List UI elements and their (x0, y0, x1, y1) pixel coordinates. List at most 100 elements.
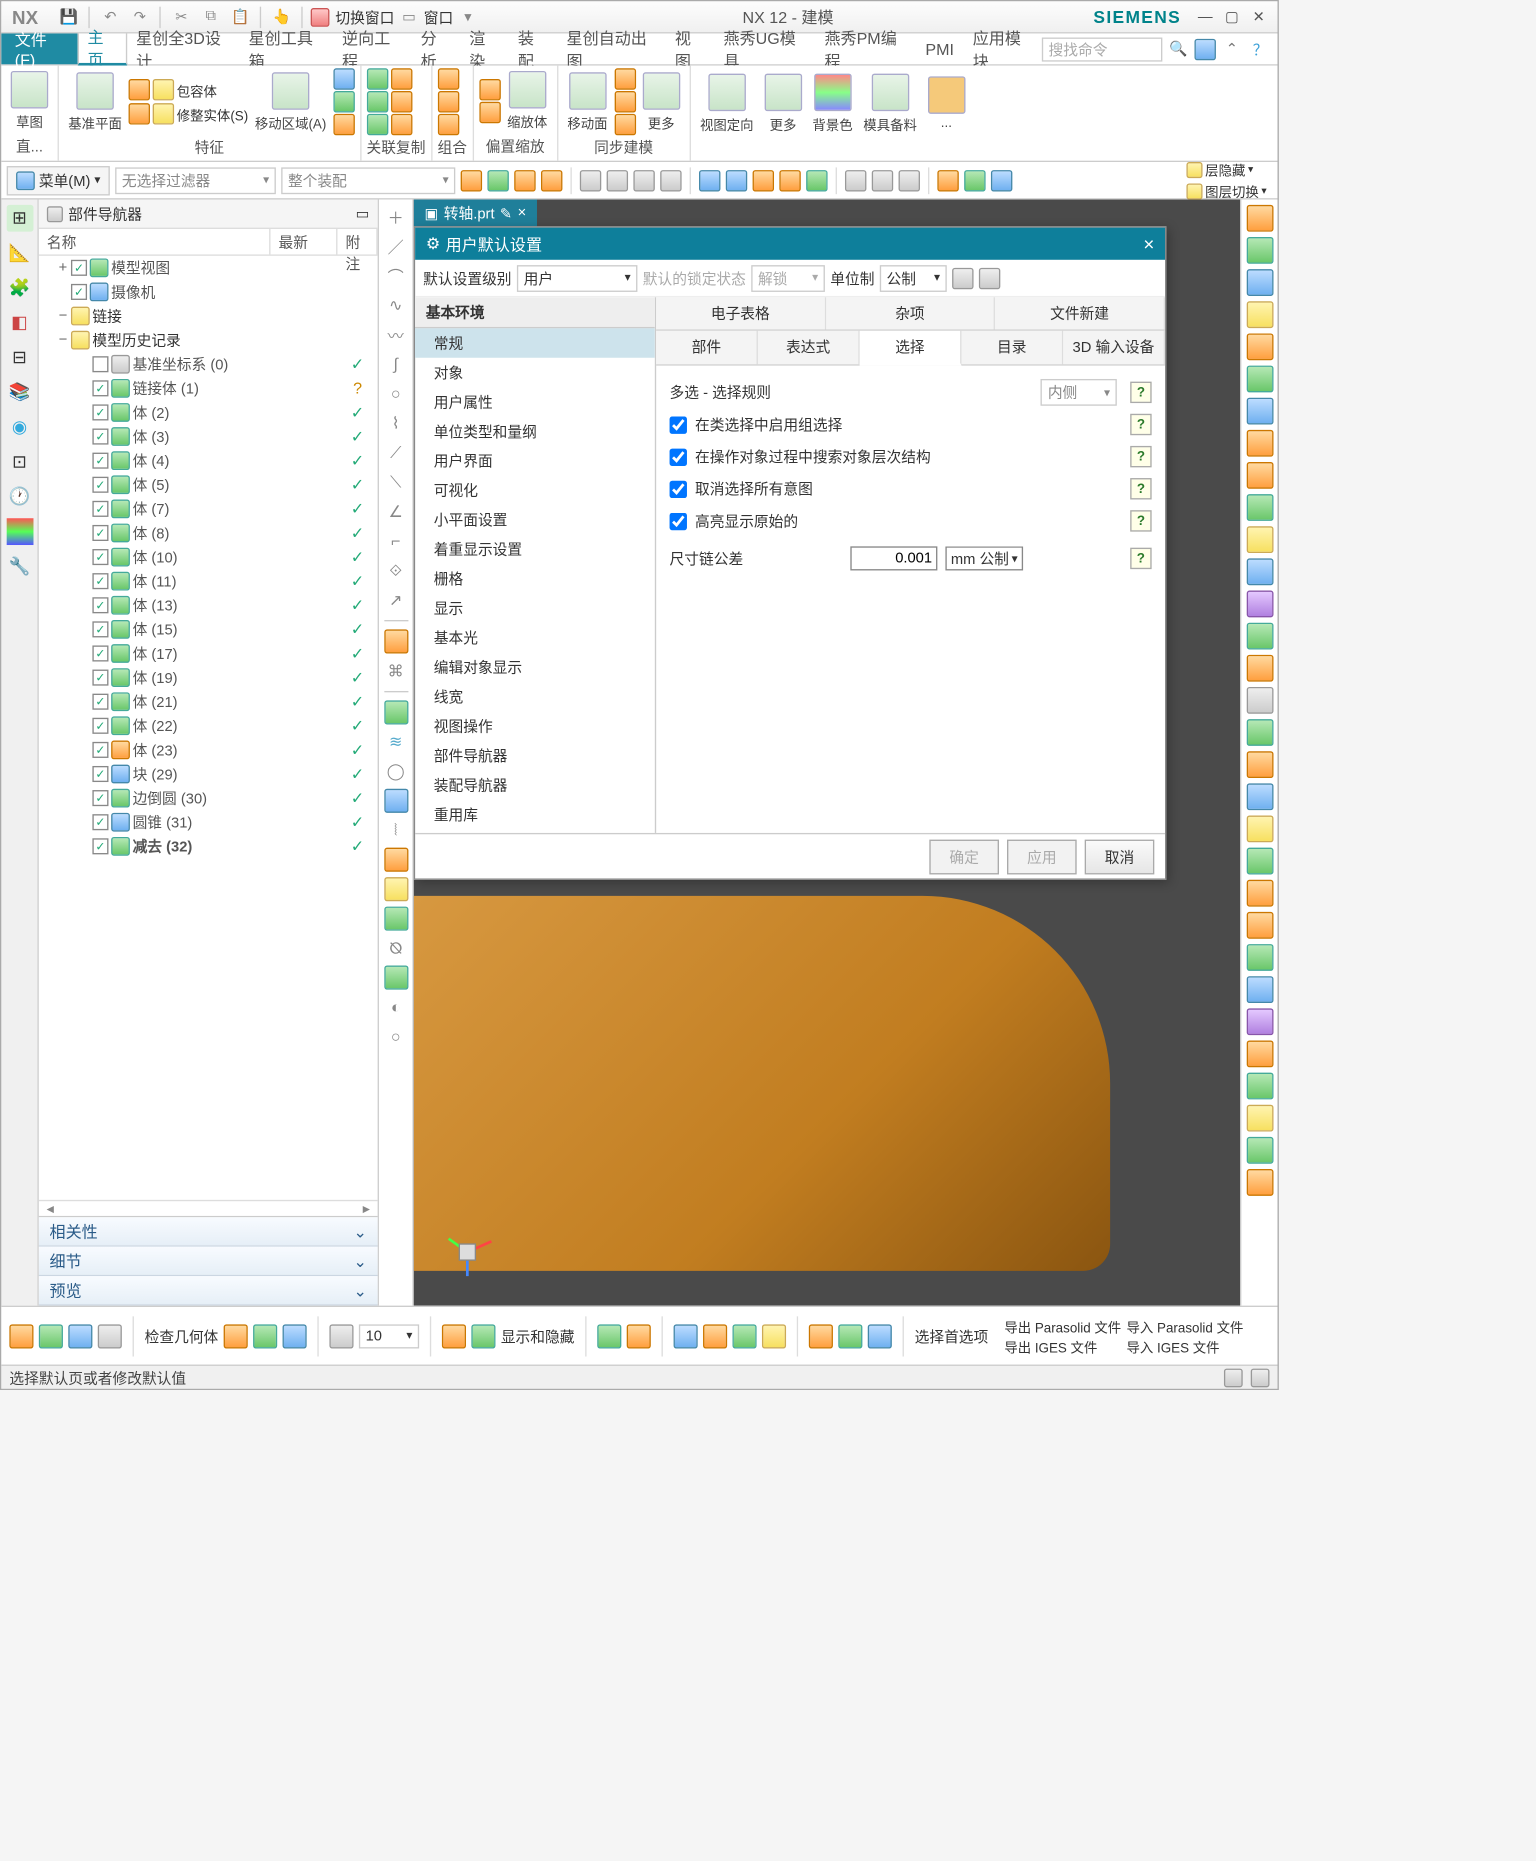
menu-button[interactable]: 菜单(M)▾ (7, 165, 110, 194)
tool-icon[interactable] (1246, 558, 1273, 585)
nav-icon[interactable]: 🧩 (6, 275, 33, 302)
tool-icon[interactable] (597, 1324, 621, 1348)
sel-icon[interactable] (580, 169, 601, 190)
tool-icon[interactable] (762, 1324, 786, 1348)
tree-row[interactable]: ✓ 圆锥 (31) ✓ (39, 810, 378, 834)
tree-row[interactable]: ✓ 体 (3) ✓ (39, 424, 378, 448)
tool-icon[interactable] (1246, 751, 1273, 778)
tool-icon[interactable] (1246, 591, 1273, 618)
sel-icon[interactable] (872, 169, 893, 190)
circle-icon[interactable]: ○ (384, 1024, 408, 1048)
ribbon-tab[interactable]: 星创工具箱 (239, 33, 332, 64)
tool-icon[interactable] (1246, 1105, 1273, 1132)
dialog-tab[interactable]: 文件新建 (995, 297, 1165, 329)
combine-icon[interactable] (437, 114, 458, 135)
rule-combo[interactable]: 内侧▾ (1041, 379, 1117, 406)
nav-icon[interactable]: ⊡ (6, 449, 33, 476)
tool-icon[interactable] (1246, 333, 1273, 360)
search-icon[interactable]: 🔍 (1166, 37, 1190, 61)
tool-icon[interactable] (1246, 976, 1273, 1003)
dialog-tab[interactable]: 杂项 (826, 297, 996, 329)
settings-icon[interactable] (979, 267, 1000, 288)
tool-icon[interactable] (1246, 848, 1273, 875)
sel-icon[interactable] (660, 169, 681, 190)
category-item[interactable]: 重用库 (415, 799, 655, 828)
trim-solid-button[interactable]: 修整实体(S) (129, 102, 249, 125)
help-icon[interactable]: ？ (1248, 37, 1272, 61)
tool-icon[interactable] (1246, 687, 1273, 714)
tree-row[interactable]: − 模型历史记录 (39, 328, 378, 352)
sel-icon[interactable] (845, 169, 866, 190)
apply-button[interactable]: 应用 (1007, 839, 1077, 874)
move-region-button[interactable]: 移动区域(A) (251, 69, 330, 135)
tool-icon[interactable] (1246, 205, 1273, 232)
sync-icon[interactable] (614, 114, 635, 135)
line-icon[interactable]: ／ (384, 234, 408, 258)
tool-icon[interactable] (384, 966, 408, 990)
tool-icon[interactable] (442, 1324, 466, 1348)
category-item[interactable]: 视图操作 (415, 711, 655, 740)
nav-icon[interactable]: ⊞ (6, 205, 33, 232)
check-input[interactable] (670, 416, 687, 433)
ribbon-tab[interactable]: 燕秀PM编程 (815, 33, 916, 64)
category-item[interactable]: 常规 (415, 328, 655, 357)
tree-row[interactable]: ✓ 体 (17) ✓ (39, 641, 378, 665)
tree-row[interactable]: ✓ 体 (4) ✓ (39, 449, 378, 473)
nav-icon[interactable]: 📐 (6, 240, 33, 267)
tool-icon[interactable] (838, 1324, 862, 1348)
tool-icon[interactable] (1246, 1008, 1273, 1035)
number-combo[interactable]: 10▾ (359, 1324, 419, 1348)
curve-icon[interactable]: ⟍ (384, 470, 408, 494)
assoc-copy-icon[interactable] (391, 114, 412, 135)
curve-icon[interactable]: ⌘ (384, 659, 408, 683)
tree-row[interactable]: ✓ 体 (19) ✓ (39, 666, 378, 690)
dialog-tab[interactable]: 3D 输入设备 (1063, 331, 1165, 364)
category-item[interactable]: 用户属性 (415, 387, 655, 416)
select-pref-button[interactable]: 选择首选项 (915, 1325, 989, 1346)
dialog-tab[interactable]: 部件 (656, 331, 758, 364)
move-face-button[interactable]: 移动面 (563, 69, 611, 135)
check-input[interactable] (670, 512, 687, 529)
combine-icon[interactable] (437, 91, 458, 112)
tool-icon[interactable] (384, 789, 408, 813)
ribbon-tab[interactable]: 渲染 (460, 33, 509, 64)
palette-icon[interactable] (6, 518, 33, 545)
sel-icon[interactable] (487, 169, 508, 190)
tool-icon[interactable] (1246, 1137, 1273, 1164)
tree-row[interactable]: ✓ 体 (15) ✓ (39, 617, 378, 641)
dialog-tab[interactable]: 选择 (860, 331, 962, 366)
tool-icon[interactable] (1246, 655, 1273, 682)
tree-row[interactable]: ✓ 减去 (32) ✓ (39, 834, 378, 858)
ribbon-tab[interactable]: 视图 (666, 33, 715, 64)
window-label[interactable]: 窗口 (424, 6, 453, 27)
offset-icon[interactable] (479, 79, 500, 100)
sketch-button[interactable]: 草图 (7, 68, 53, 134)
tool-icon[interactable] (1246, 526, 1273, 553)
col-name[interactable]: 名称 (39, 229, 271, 254)
nav-icon[interactable]: ◧ (6, 309, 33, 336)
curve-icon[interactable]: ∿ (384, 293, 408, 317)
tree-row[interactable]: ✓ 体 (2) ✓ (39, 400, 378, 424)
tool-icon[interactable] (627, 1324, 651, 1348)
accordion-item[interactable]: 细节⌄ (39, 1247, 378, 1276)
container-body-button[interactable]: 包容体 (129, 78, 249, 101)
sel-icon[interactable] (753, 169, 774, 190)
check-input[interactable] (670, 480, 687, 497)
sel-icon[interactable] (964, 169, 985, 190)
tool-icon[interactable] (1246, 301, 1273, 328)
curve-icon[interactable]: ⦚ (384, 818, 408, 842)
tool-icon[interactable] (384, 907, 408, 931)
curve-icon[interactable]: ⟋ (384, 441, 408, 465)
category-item[interactable]: 编辑对象显示 (415, 652, 655, 681)
surface-icon[interactable] (384, 629, 408, 653)
category-item[interactable]: 用户界面 (415, 446, 655, 475)
ribbon-tab[interactable]: 主页 (78, 33, 127, 65)
tool-icon[interactable] (1246, 366, 1273, 393)
tree-row[interactable]: + ✓ 模型视图 (39, 256, 378, 280)
tree-row[interactable]: ✓ 体 (8) ✓ (39, 521, 378, 545)
accordion-item[interactable]: 相关性⌄ (39, 1217, 378, 1246)
accordion-item[interactable]: 预览⌄ (39, 1276, 378, 1305)
tool-icon[interactable] (703, 1324, 727, 1348)
tool-icon[interactable] (471, 1324, 495, 1348)
offset-icon[interactable] (479, 102, 500, 123)
